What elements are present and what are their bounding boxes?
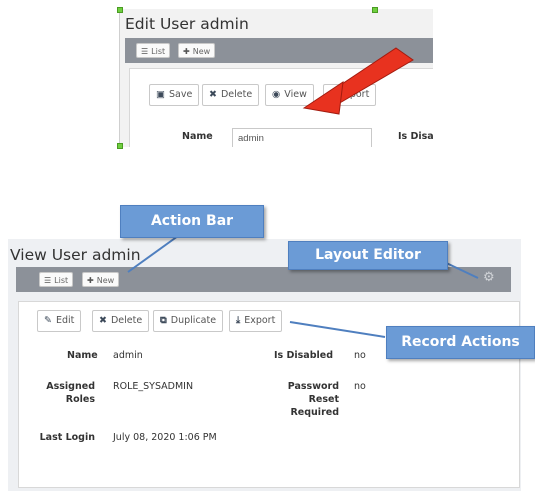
action-bar-pointer (127, 235, 179, 273)
action-bar-callout: Action Bar (120, 205, 264, 238)
layout-editor-callout: Layout Editor (288, 241, 448, 270)
red-arrow (302, 47, 414, 115)
record-actions-callout: Record Actions (386, 326, 535, 359)
record-actions-pointer (289, 321, 386, 338)
annotation-overlay (127, 47, 479, 338)
